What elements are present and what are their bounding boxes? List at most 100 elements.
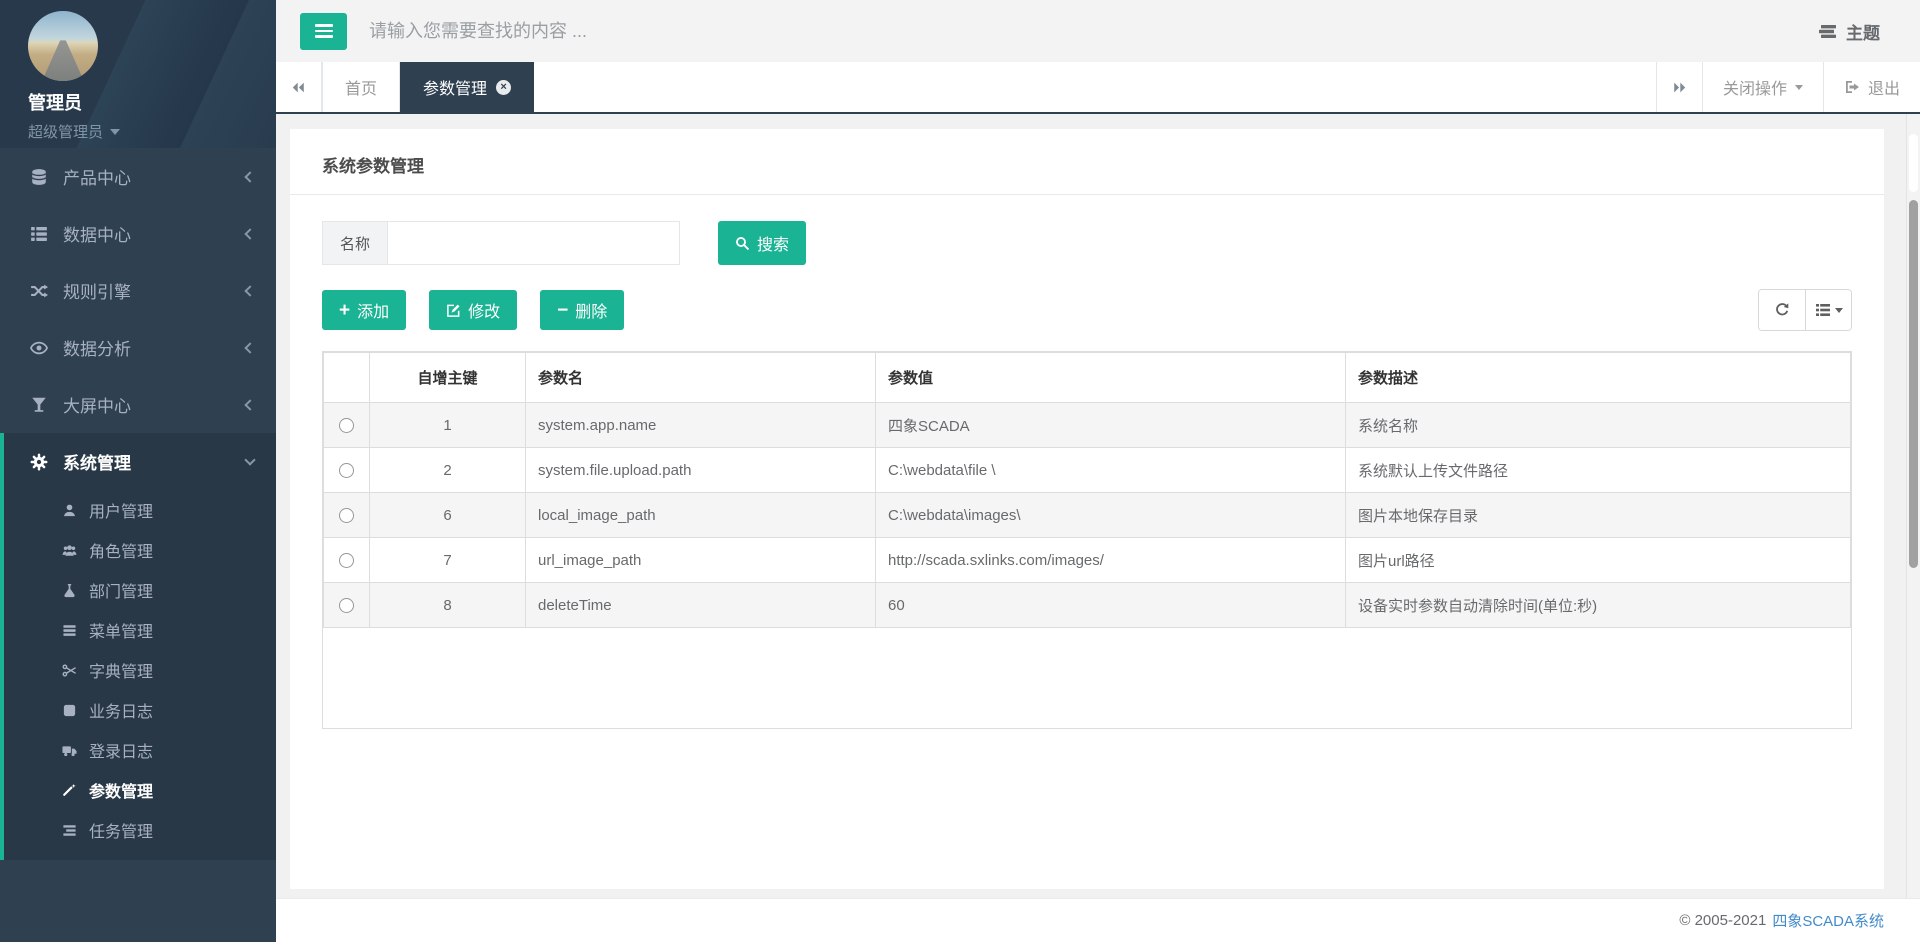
sidebar-item-data-analysis[interactable]: 数据分析 bbox=[0, 319, 276, 376]
logout-button[interactable]: 退出 bbox=[1823, 62, 1920, 112]
close-icon[interactable]: × bbox=[496, 80, 511, 95]
sidebar-subitem-menu-management[interactable]: 菜单管理 bbox=[4, 610, 276, 650]
edit-button[interactable]: 修改 bbox=[429, 290, 517, 330]
sidebar-section-system: 系统管理 用户管理 角色管理 bbox=[0, 433, 276, 860]
sidebar-subitem-label: 参数管理 bbox=[89, 778, 153, 802]
scrollbar-thumb[interactable] bbox=[1909, 200, 1918, 568]
profile-role-label: 超级管理员 bbox=[28, 121, 103, 142]
sidebar-item-product-center[interactable]: 产品中心 bbox=[0, 148, 276, 205]
cell-value: http://scada.sxlinks.com/images/ bbox=[876, 538, 1346, 583]
close-operations-label: 关闭操作 bbox=[1723, 75, 1787, 99]
table-row[interactable]: 7 url_image_path http://scada.sxlinks.co… bbox=[324, 538, 1851, 583]
row-radio[interactable] bbox=[339, 598, 354, 613]
sidebar-subitem-parameter-management[interactable]: 参数管理 bbox=[4, 770, 276, 810]
search-icon bbox=[735, 236, 750, 251]
search-button-label: 搜索 bbox=[757, 231, 789, 255]
tabs-scroll-right-button[interactable] bbox=[1656, 62, 1702, 112]
table-row[interactable]: 6 local_image_path C:\webdata\images\ 图片… bbox=[324, 493, 1851, 538]
columns-button[interactable] bbox=[1805, 290, 1851, 330]
search-button[interactable]: 搜索 bbox=[718, 221, 806, 265]
row-radio[interactable] bbox=[339, 508, 354, 523]
sidebar-item-rule-engine[interactable]: 规则引擎 bbox=[0, 262, 276, 319]
sidebar-subitem-business-log[interactable]: 业务日志 bbox=[4, 690, 276, 730]
app-window: 管理员 超级管理员 产品中心 数据中心 bbox=[0, 0, 1920, 942]
sidebar-toggle-button[interactable] bbox=[300, 13, 347, 50]
caret-down-icon bbox=[1795, 85, 1803, 90]
sign-out-icon bbox=[1844, 79, 1860, 95]
avatar[interactable] bbox=[28, 11, 98, 81]
add-button[interactable]: + 添加 bbox=[322, 290, 406, 330]
cell-value: C:\webdata\images\ bbox=[876, 493, 1346, 538]
tab-home[interactable]: 首页 bbox=[322, 62, 400, 112]
sidebar-item-data-center[interactable]: 数据中心 bbox=[0, 205, 276, 262]
main-area: 主题 首页 参数管理 × 关闭操作 退出 bbox=[276, 0, 1920, 942]
tab-parameter-management[interactable]: 参数管理 × bbox=[400, 62, 534, 112]
square-icon bbox=[60, 703, 79, 718]
plus-icon: + bbox=[339, 301, 350, 320]
refresh-button[interactable] bbox=[1759, 290, 1805, 330]
column-header-name: 参数名 bbox=[526, 353, 876, 403]
chevron-left-icon bbox=[244, 171, 255, 182]
table-tools-group bbox=[1758, 289, 1852, 331]
refresh-icon bbox=[1774, 302, 1790, 318]
scrollbar[interactable] bbox=[1906, 114, 1920, 898]
row-radio[interactable] bbox=[339, 463, 354, 478]
column-header-value: 参数值 bbox=[876, 353, 1346, 403]
tabbar: 首页 参数管理 × 关闭操作 退出 bbox=[276, 62, 1920, 114]
chevron-left-icon bbox=[244, 342, 255, 353]
database-icon bbox=[28, 168, 50, 186]
cell-id: 7 bbox=[370, 538, 526, 583]
sidebar-item-label: 大屏中心 bbox=[63, 392, 246, 417]
th-list-icon bbox=[1815, 302, 1831, 318]
scissors-icon bbox=[60, 663, 79, 678]
cell-id: 2 bbox=[370, 448, 526, 493]
cell-desc: 系统默认上传文件路径 bbox=[1346, 448, 1851, 493]
chevron-left-icon bbox=[244, 228, 255, 239]
edit-icon bbox=[446, 303, 461, 318]
scrollbar-cap bbox=[1909, 134, 1918, 192]
sidebar-subitem-user-management[interactable]: 用户管理 bbox=[4, 490, 276, 530]
row-radio[interactable] bbox=[339, 418, 354, 433]
cell-name: system.app.name bbox=[526, 403, 876, 448]
sidebar-item-label: 产品中心 bbox=[63, 164, 246, 189]
sidebar-item-screen-center[interactable]: 大屏中心 bbox=[0, 376, 276, 433]
sidebar-item-system-management[interactable]: 系统管理 bbox=[4, 433, 276, 490]
double-chevron-right-icon bbox=[1672, 81, 1687, 94]
close-operations-dropdown[interactable]: 关闭操作 bbox=[1702, 62, 1823, 112]
cell-name: local_image_path bbox=[526, 493, 876, 538]
table-row[interactable]: 8 deleteTime 60 设备实时参数自动清除时间(单位:秒) bbox=[324, 583, 1851, 628]
tabs-scroll-left-button[interactable] bbox=[276, 62, 322, 112]
cell-desc: 图片本地保存目录 bbox=[1346, 493, 1851, 538]
chevron-down-icon bbox=[244, 454, 255, 465]
tabbar-spacer bbox=[534, 62, 1656, 112]
brand-link[interactable]: 四象SCADA系统 bbox=[1772, 910, 1884, 931]
sidebar-subitem-role-management[interactable]: 角色管理 bbox=[4, 530, 276, 570]
sidebar-subitem-task-management[interactable]: 任务管理 bbox=[4, 810, 276, 850]
cell-desc: 系统名称 bbox=[1346, 403, 1851, 448]
profile-panel: 管理员 超级管理员 bbox=[0, 0, 276, 148]
search-toolbar: 名称 搜索 bbox=[322, 221, 1852, 265]
cell-value: C:\webdata\file \ bbox=[876, 448, 1346, 493]
cell-desc: 设备实时参数自动清除时间(单位:秒) bbox=[1346, 583, 1851, 628]
content-area: 系统参数管理 名称 搜索 + 添加 bbox=[276, 114, 1920, 942]
sidebar-subitem-login-log[interactable]: 登录日志 bbox=[4, 730, 276, 770]
theme-button[interactable]: 主题 bbox=[1818, 19, 1880, 44]
cell-name: system.file.upload.path bbox=[526, 448, 876, 493]
sidebar-subitem-department-management[interactable]: 部门管理 bbox=[4, 570, 276, 610]
name-field[interactable] bbox=[387, 221, 680, 265]
profile-role-dropdown[interactable]: 超级管理员 bbox=[28, 121, 248, 142]
double-chevron-left-icon bbox=[291, 81, 306, 94]
sidebar-subitem-label: 部门管理 bbox=[89, 578, 153, 602]
logout-label: 退出 bbox=[1868, 75, 1900, 99]
table-row[interactable]: 1 system.app.name 四象SCADA 系统名称 bbox=[324, 403, 1851, 448]
delete-button[interactable]: − 删除 bbox=[540, 290, 624, 330]
row-radio[interactable] bbox=[339, 553, 354, 568]
global-search-input[interactable] bbox=[369, 21, 929, 42]
sidebar-subitem-dict-management[interactable]: 字典管理 bbox=[4, 650, 276, 690]
name-input-group: 名称 bbox=[322, 221, 680, 265]
user-icon bbox=[60, 503, 79, 518]
sidebar-subitem-label: 菜单管理 bbox=[89, 618, 153, 642]
hamburger-icon bbox=[315, 24, 333, 27]
table-row[interactable]: 2 system.file.upload.path C:\webdata\fil… bbox=[324, 448, 1851, 493]
name-field-label: 名称 bbox=[322, 221, 387, 265]
